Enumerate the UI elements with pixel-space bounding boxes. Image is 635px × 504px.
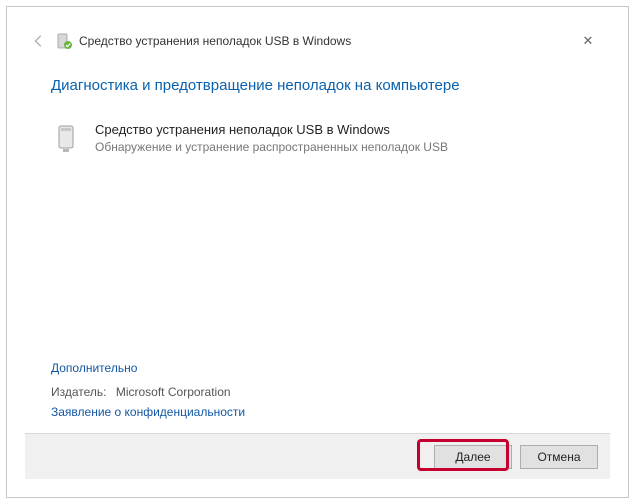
troubleshooter-window: Средство устранения неполадок USB в Wind… (25, 25, 610, 479)
publisher-label: Издатель: (51, 385, 107, 399)
publisher-value: Microsoft Corporation (116, 385, 231, 399)
troubleshooter-description: Обнаружение и устранение распространенны… (95, 140, 448, 154)
privacy-link[interactable]: Заявление о конфиденциальности (51, 405, 245, 419)
close-button[interactable]: ✕ (574, 31, 602, 51)
troubleshooter-name: Средство устранения неполадок USB в Wind… (95, 122, 448, 137)
back-arrow-icon[interactable] (29, 31, 49, 51)
page-heading: Диагностика и предотвращение неполадок н… (51, 77, 584, 94)
device-icon (51, 122, 85, 156)
troubleshooter-item[interactable]: Средство устранения неполадок USB в Wind… (51, 122, 584, 156)
advanced-link[interactable]: Дополнительно (51, 361, 245, 375)
close-icon: ✕ (583, 33, 594, 49)
outer-frame: Средство устранения неполадок USB в Wind… (6, 6, 629, 498)
publisher-row: Издатель: Microsoft Corporation (51, 385, 245, 399)
lower-links: Дополнительно Издатель: Microsoft Corpor… (51, 355, 245, 419)
footer-bar: Далее Отмена (25, 433, 610, 479)
titlebar: Средство устранения неполадок USB в Wind… (25, 25, 610, 57)
content-area: Диагностика и предотвращение неполадок н… (25, 77, 610, 431)
window-icon (55, 32, 73, 50)
next-button[interactable]: Далее (434, 445, 512, 469)
cancel-button[interactable]: Отмена (520, 445, 598, 469)
window-title: Средство устранения неполадок USB в Wind… (79, 34, 351, 48)
